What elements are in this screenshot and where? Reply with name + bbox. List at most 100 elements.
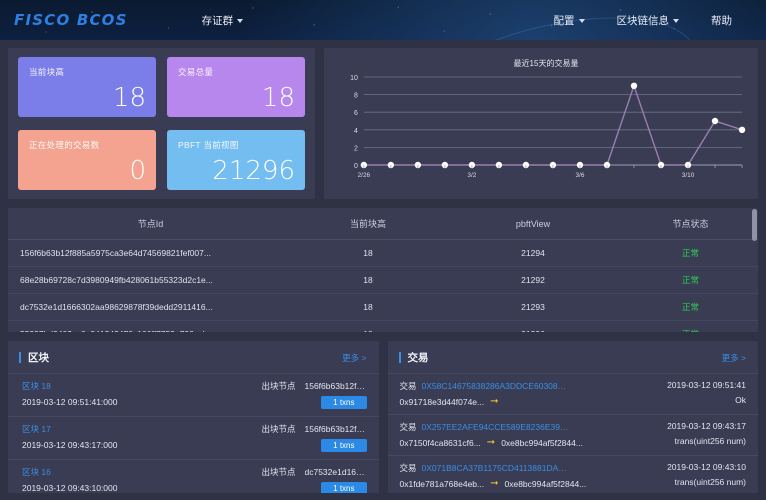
- table-row[interactable]: 68e28b69728c7d3980949fb428061b55323d2c1e…: [8, 267, 758, 294]
- svg-text:3/10: 3/10: [682, 172, 695, 179]
- transaction-info: 交易 0X58C14675838286A3DDCE60308019DE... 0x9…: [400, 380, 570, 407]
- block-info: 区块 182019-03-12 09:51:41:000: [22, 380, 117, 407]
- block-miner-id: 156f6b63b12f8...: [305, 424, 367, 434]
- nav-item-help[interactable]: 帮助: [695, 13, 748, 28]
- overview-row: 当前块高 18 交易总量 18 正在处理的交易数 0 PBFT 当前视图 212…: [8, 48, 758, 199]
- table-row[interactable]: dc7532e1d1666302aa98629878f39dedd2911416…: [8, 294, 758, 321]
- stat-card-total-transactions[interactable]: 交易总量 18: [167, 57, 305, 117]
- block-miner-label: 出块节点: [261, 466, 295, 478]
- transaction-list-item[interactable]: 交易 0X58C14675838286A3DDCE60308019DE... 0x9…: [388, 373, 759, 414]
- block-meta: 出块节点156f6b63b12f8... 1 txns: [261, 380, 366, 409]
- node-status-table-panel: 节点Id 当前块高 pbftView 节点状态 156f6b63b12f885a…: [8, 208, 758, 332]
- transactions-panel-header: 交易 更多 >: [388, 341, 759, 373]
- block-list-item[interactable]: 区块 162019-03-12 09:43:10:000 出块节点dc7532e1…: [8, 459, 379, 493]
- cell-pbft-view: 21294: [443, 240, 623, 267]
- stat-card-pending-transactions[interactable]: 正在处理的交易数 0: [18, 130, 156, 190]
- transaction-hash-line: 交易0X257EE2AFE94CCE589E8236E39BAB780...: [400, 421, 583, 433]
- cell-node-status: 正常: [623, 321, 758, 333]
- block-txn-count-badge[interactable]: 1 txns: [321, 439, 366, 452]
- table-row[interactable]: 156f6b63b12f885a5975ca3e64d74569821fef00…: [8, 240, 758, 267]
- secondary-nav: 配置 区块链信息 帮助: [538, 13, 749, 28]
- cell-node-id: 68e28b69728c7d3980949fb428061b55323d2c1e…: [8, 267, 293, 294]
- nav-item-group[interactable]: 存证群: [186, 13, 260, 28]
- transaction-hash-link[interactable]: 0X257EE2AFE94CCE589E8236E39BAB780...: [422, 422, 570, 432]
- table-scrollbar[interactable]: [752, 209, 757, 241]
- transaction-list-item[interactable]: 交易0X257EE2AFE94CCE589E8236E39BAB780... 0x…: [388, 414, 759, 455]
- transaction-meta: 2019-03-12 09:51:41Ok: [659, 380, 746, 407]
- stat-value: 18: [178, 85, 295, 111]
- transaction-list-item[interactable]: 交易 0X071B8CA37B1175CD4113881DA0DE3... 0x1f…: [388, 455, 759, 493]
- transaction-label: 交易: [400, 380, 417, 392]
- svg-text:8: 8: [354, 93, 358, 100]
- transaction-timestamp: 2019-03-12 09:43:10: [667, 462, 746, 472]
- transaction-to-address: 0xe8bc994af5f2844...: [501, 438, 583, 448]
- blocks-panel-header: 区块 更多 >: [8, 341, 379, 373]
- transaction-hash-link[interactable]: 0X58C14675838286A3DDCE60308019DE...: [422, 381, 570, 391]
- svg-text:10: 10: [350, 75, 358, 82]
- cell-node-id: dc7532e1d1666302aa98629878f39dedd2911416…: [8, 294, 293, 321]
- transaction-address-line: 0x1fde781a768e4eb...➞0xe8bc994af5f2844..…: [400, 479, 587, 489]
- transaction-from-address: 0x1fde781a768e4eb...: [400, 479, 485, 489]
- blocks-list: 区块 182019-03-12 09:51:41:000出块节点156f6b63…: [8, 373, 379, 493]
- table-header-row: 节点Id 当前块高 pbftView 节点状态: [8, 208, 758, 240]
- block-link[interactable]: 区块 18: [22, 380, 117, 392]
- cell-node-status: 正常: [623, 240, 758, 267]
- transaction-from-address: 0x7150f4ca8631cf6...: [400, 438, 481, 448]
- dashboard-body: 当前块高 18 交易总量 18 正在处理的交易数 0 PBFT 当前视图 212…: [0, 40, 766, 493]
- chevron-down-icon: [237, 19, 243, 23]
- svg-text:2: 2: [354, 145, 358, 152]
- cell-pbft-view: 21296: [443, 321, 623, 333]
- column-pbft-view: pbftView: [443, 208, 623, 240]
- transaction-label: 交易: [400, 462, 417, 474]
- transactions-more-link[interactable]: 更多 >: [722, 352, 746, 364]
- block-miner-line: 出块节点156f6b63b12f8...: [261, 380, 366, 392]
- block-list-item[interactable]: 区块 172019-03-12 09:43:17:000出块节点156f6b63…: [8, 416, 379, 459]
- transaction-hash-link[interactable]: 0X071B8CA37B1175CD4113881DA0DE3...: [422, 463, 570, 473]
- transactions-list: 交易 0X58C14675838286A3DDCE60308019DE... 0x9…: [388, 373, 759, 493]
- nav-item-chain-info[interactable]: 区块链信息: [601, 13, 696, 28]
- stat-value: 0: [29, 158, 146, 184]
- transaction-hash-line: 交易 0X071B8CA37B1175CD4113881DA0DE3...: [400, 462, 587, 474]
- block-meta: 出块节点156f6b63b12f8... 1 txns: [261, 423, 366, 452]
- blocks-more-link[interactable]: 更多 >: [342, 352, 366, 364]
- cell-pbft-view: 21293: [443, 294, 623, 321]
- stat-card-pbft-view[interactable]: PBFT 当前视图 21296: [167, 130, 305, 190]
- bottom-row: 区块 更多 > 区块 182019-03-12 09:51:41:000 出块节点…: [8, 341, 758, 493]
- cell-node-status: 正常: [623, 267, 758, 294]
- column-node-status: 节点状态: [623, 208, 758, 240]
- block-txn-count-badge[interactable]: 1 txns: [321, 482, 366, 493]
- transaction-from-address: 0x91718e3d44f074e...: [400, 397, 485, 407]
- svg-text:6: 6: [354, 110, 358, 117]
- block-miner-line: 出块节点156f6b63b12f8...: [261, 423, 366, 435]
- block-list-item[interactable]: 区块 182019-03-12 09:51:41:000 出块节点156f6b63…: [8, 373, 379, 416]
- app-logo: FISCO BCOS: [14, 11, 128, 29]
- block-meta: 出块节点dc7532e1d166...1 txns: [261, 466, 366, 493]
- column-node-id: 节点Id: [8, 208, 293, 240]
- stat-label: 正在处理的交易数: [29, 139, 146, 151]
- block-link[interactable]: 区块 16: [22, 466, 117, 478]
- transaction-address-line: 0x7150f4ca8631cf6...➞0xe8bc994af5f2844..…: [400, 438, 583, 448]
- block-txn-count-badge[interactable]: 1 txns: [321, 396, 366, 409]
- nav-item-chain-info-label: 区块链信息: [617, 13, 670, 28]
- chart-title: 最近15天的交易量: [342, 58, 750, 69]
- primary-nav: 存证群: [186, 13, 260, 28]
- cell-node-id: 156f6b63b12f885a5975ca3e64d74569821fef00…: [8, 240, 293, 267]
- block-link[interactable]: 区块 17: [22, 423, 117, 435]
- table-row[interactable]: 55997bd9402ca0a341242478c106ff7753e798ac…: [8, 321, 758, 333]
- nav-item-config[interactable]: 配置: [538, 13, 601, 28]
- table-body: 156f6b63b12f885a5975ca3e64d74569821fef00…: [8, 240, 758, 333]
- block-info: 区块 162019-03-12 09:43:10:000: [22, 466, 117, 493]
- svg-text:4: 4: [354, 128, 358, 135]
- transactions-panel: 交易 更多 > 交易 0X58C14675838286A3DDCE60308019…: [388, 341, 759, 493]
- stat-card-block-height[interactable]: 当前块高 18: [18, 57, 156, 117]
- nav-item-config-label: 配置: [554, 13, 575, 28]
- svg-text:2/26: 2/26: [358, 172, 371, 179]
- stat-label: PBFT 当前视图: [178, 139, 295, 151]
- block-miner-label: 出块节点: [261, 380, 295, 392]
- transaction-info: 交易0X257EE2AFE94CCE589E8236E39BAB780... 0x…: [400, 421, 583, 448]
- transactions-chart-panel: 最近15天的交易量 02468102/263/23/63/10: [324, 48, 758, 199]
- transaction-status: trans(uint256 num): [675, 436, 746, 446]
- chevron-down-icon: [673, 19, 679, 23]
- transaction-status: Ok: [735, 395, 746, 405]
- table-header: 节点Id 当前块高 pbftView 节点状态: [8, 208, 758, 240]
